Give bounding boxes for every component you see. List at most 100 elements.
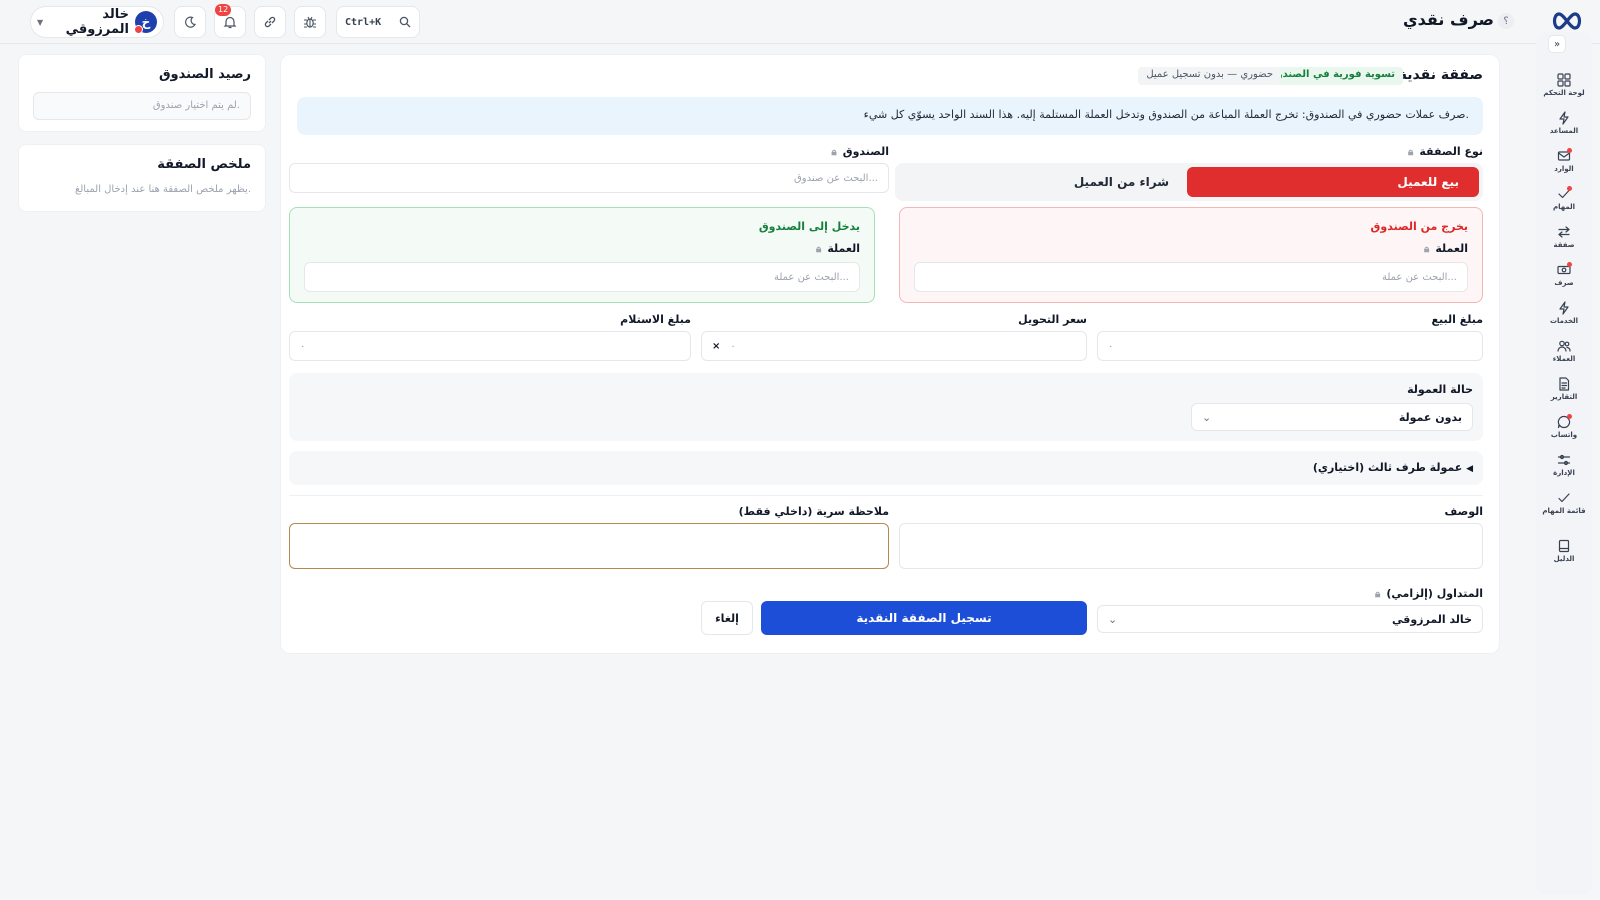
description-textarea[interactable] <box>899 523 1483 569</box>
sidebar-item-label: لوحة التحكم <box>1543 89 1585 97</box>
sidebar-item[interactable]: الإدارة <box>1536 446 1592 484</box>
exchange-rate-value: ٠ <box>730 340 736 352</box>
deal-type-label: 🔒︎ نوع الصفقة <box>1408 145 1483 158</box>
form-title: صفقة نقدية <box>1398 67 1483 83</box>
caret-left-icon: ◀ <box>1466 464 1473 474</box>
cancel-button[interactable]: إلغاء <box>701 601 753 635</box>
incoming-box: يدخل إلى الصندوق 🔒︎ العملة البحث عن عملة.… <box>289 207 875 303</box>
sell-to-client-button[interactable]: بيع للعميل <box>1187 167 1479 197</box>
chevron-down-icon: ⌄ <box>1108 612 1118 626</box>
sale-amount-input[interactable]: ٠ <box>1097 331 1483 361</box>
sidebar-item[interactable]: الوارد <box>1536 142 1592 180</box>
help-icon[interactable]: ؟ <box>1498 13 1514 29</box>
dashboard-icon <box>1557 73 1571 87</box>
bell-icon <box>223 15 237 29</box>
sidebar-item-label: واتساب <box>1550 431 1578 439</box>
sidebar-item[interactable]: التقارير <box>1536 370 1592 408</box>
link-icon <box>263 15 277 29</box>
sale-amount-label: مبلغ البيع <box>1431 313 1483 326</box>
top-bar: صرف نقدي ؟ Ctrl+K 12 ▼ خالد المرزوقي خ <box>0 0 1600 44</box>
user-name: خالد المرزوقي <box>65 7 129 37</box>
cash-deal-form: صفقة نقدية تسوية فورية في الصندوق حضوري … <box>280 54 1500 654</box>
sidebar-item-label: الخدمات <box>1549 317 1579 325</box>
sidebar-item-label: المهام <box>1552 203 1576 211</box>
sliders-icon <box>1557 453 1571 467</box>
in-currency-search-input[interactable]: البحث عن عملة... <box>304 262 860 292</box>
sidebar-item[interactable]: صفقة <box>1536 218 1592 256</box>
sidebar-item[interactable]: العملاء <box>1536 332 1592 370</box>
sidebar-item[interactable]: المساعد <box>1536 104 1592 142</box>
commission-value: بدون عمولة <box>1398 410 1462 424</box>
private-note-textarea[interactable] <box>289 523 889 569</box>
report-icon <box>1557 377 1571 391</box>
notifications-button[interactable]: 12 <box>214 4 246 38</box>
dealer-select[interactable]: ⌄ خالد المرزوقي <box>1097 605 1483 633</box>
info-banner: صرف عملات حضوري في الصندوق: تخرج العملة … <box>297 97 1483 135</box>
bug-report-button[interactable] <box>294 6 326 38</box>
sidebar-item[interactable]: الخدمات <box>1536 294 1592 332</box>
search-icon <box>399 16 411 28</box>
shortcut-hint: Ctrl+K <box>345 16 382 28</box>
avatar: خ <box>134 11 157 34</box>
book-icon <box>1557 539 1571 553</box>
out-currency-label: 🔒︎ العملة <box>1424 242 1468 255</box>
sidebar-item[interactable]: قائمة المهام <box>1536 484 1592 522</box>
sidebar-item[interactable]: المهام <box>1536 180 1592 218</box>
fund-balance-title: رصيد الصندوق <box>158 67 251 82</box>
sidebar-item-label: قائمة المهام <box>1542 507 1586 515</box>
unread-dot <box>1567 262 1572 267</box>
fund-search-input[interactable]: البحث عن صندوق... <box>289 163 889 193</box>
user-menu[interactable]: ▼ خالد المرزوقي خ <box>30 6 164 38</box>
sidebar-item-label: المساعد <box>1549 127 1579 135</box>
submit-cash-deal-button[interactable]: تسجيل الصفقة النقدية <box>761 601 1087 635</box>
sidebar-item[interactable]: واتساب <box>1536 408 1592 446</box>
sidebar-item-label: صفقة <box>1553 241 1575 249</box>
deal-summary-title: ملخص الصفقة <box>157 157 251 172</box>
lock-icon: 🔒︎ <box>816 244 822 255</box>
in-currency-label: 🔒︎ العملة <box>816 242 860 255</box>
bug-icon <box>303 15 317 29</box>
unread-dot <box>1567 186 1572 191</box>
divider <box>289 495 1483 496</box>
swap-icon <box>1557 225 1571 239</box>
app-logo-icon[interactable] <box>1550 10 1584 32</box>
lock-icon: 🔒︎ <box>1424 244 1430 255</box>
fund-label: 🔒︎ الصندوق <box>831 145 889 158</box>
bolt-icon <box>1557 301 1571 315</box>
dealer-label: 🔒︎ المتداول (إلزامي) <box>1375 587 1483 600</box>
theme-toggle-button[interactable] <box>174 6 206 38</box>
chevron-down-icon: ▼ <box>37 17 44 27</box>
page-title: صرف نقدي <box>1403 10 1494 29</box>
receive-amount-input[interactable]: ٠ <box>289 331 691 361</box>
sidebar-nav: لوحة التحكم المساعد الوارد المهام صفقة صرف الخ… <box>1536 66 1592 570</box>
fund-balance-placeholder: لم يتم اختيار صندوق. <box>33 92 251 120</box>
buy-from-client-button[interactable]: شراء من العميل <box>899 167 1179 197</box>
sidebar-item-label: الدليل <box>1553 555 1575 563</box>
outgoing-title: يخرج من الصندوق <box>1370 220 1468 233</box>
sidebar-item-label: التقارير <box>1550 393 1578 401</box>
checklist-icon <box>1557 491 1571 505</box>
sidebar-item[interactable]: الدليل <box>1536 532 1592 570</box>
receive-amount-label: مبلغ الاستلام <box>620 313 691 326</box>
link-button[interactable] <box>254 6 286 38</box>
exchange-rate-input[interactable]: × ٠ <box>701 331 1087 361</box>
sidebar-item[interactable]: لوحة التحكم <box>1536 66 1592 104</box>
bolt-icon <box>1557 111 1571 125</box>
walk-in-badge: حضوري — بدون تسجيل عميل <box>1138 67 1281 85</box>
commission-label: حالة العمولة <box>1407 383 1473 396</box>
collapse-sidebar-button[interactable]: » <box>1548 35 1566 53</box>
third-party-commission-toggle[interactable]: عمولة طرف ثالث (اختياري) ◀ <box>289 451 1483 485</box>
exchange-rate-label: سعر التحويل <box>1018 313 1087 326</box>
commission-select[interactable]: ⌄ بدون عمولة <box>1191 403 1473 431</box>
deal-summary-card: ملخص الصفقة يظهر ملخص الصفقة هنا عند إدخ… <box>18 144 266 212</box>
sidebar-item-label: صرف <box>1554 279 1574 287</box>
sidebar-item[interactable]: صرف <box>1536 256 1592 294</box>
notification-count-badge: 12 <box>215 4 232 16</box>
out-currency-search-input[interactable]: البحث عن عملة... <box>914 262 1468 292</box>
description-label: الوصف <box>1444 505 1483 518</box>
incoming-title: يدخل إلى الصندوق <box>758 220 860 233</box>
command-search-button[interactable]: Ctrl+K <box>336 6 420 38</box>
lock-icon: 🔒︎ <box>831 147 837 158</box>
dealer-value: خالد المرزوقي <box>1392 612 1472 626</box>
private-note-label: ملاحظة سرية (داخلي فقط) <box>738 505 889 518</box>
